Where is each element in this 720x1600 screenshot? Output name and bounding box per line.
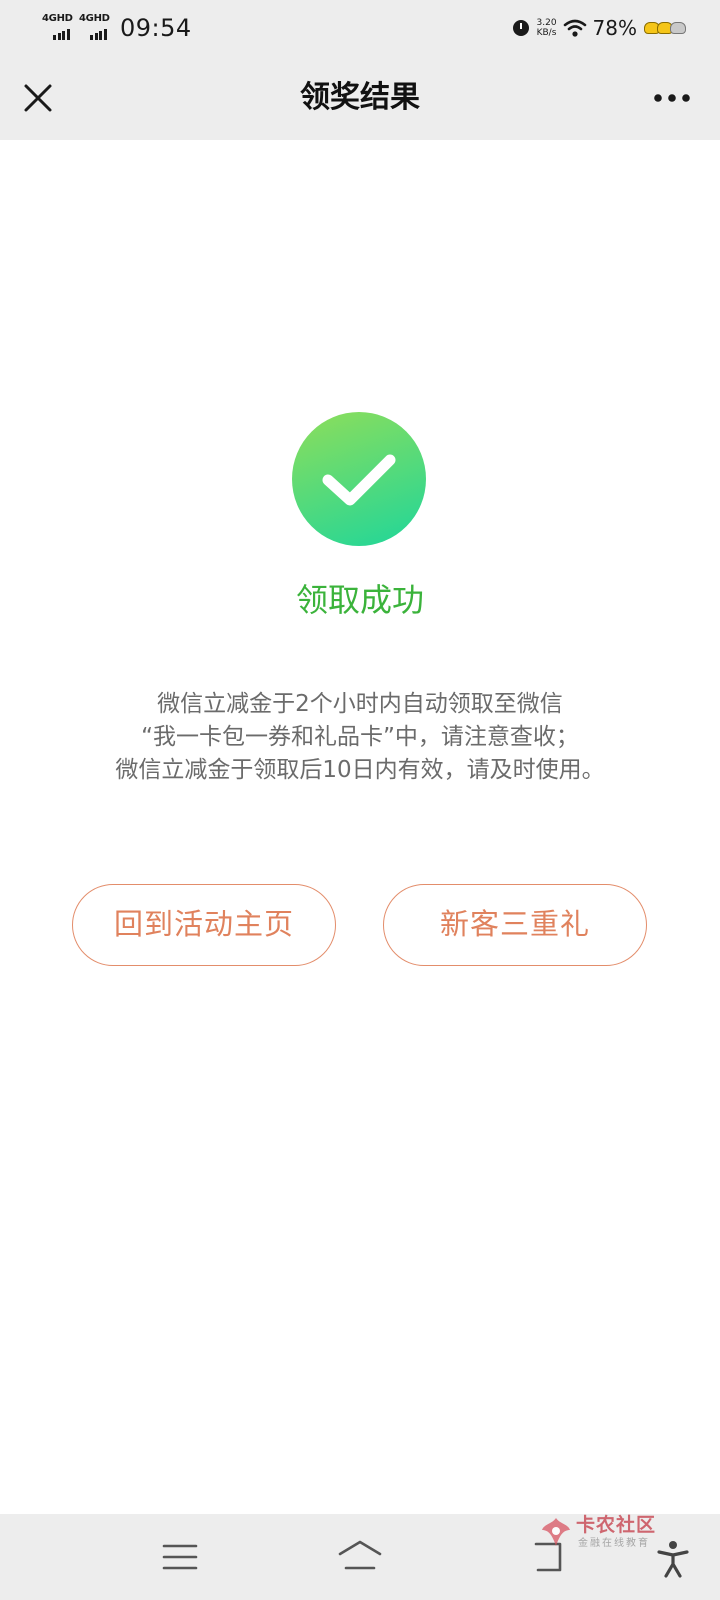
battery-level: 78% [592, 16, 637, 40]
more-button[interactable] [650, 78, 694, 118]
watermark-name: 卡农社区 [576, 1514, 657, 1536]
menu-button[interactable] [162, 1542, 198, 1576]
home-button[interactable] [336, 1538, 384, 1578]
notice-line: 微信立减金于2个小时内自动领取至微信 [157, 691, 563, 717]
signal-1-icon: 4GHD [42, 14, 74, 42]
menu-icon [162, 1544, 198, 1570]
status-left: 4GHD 4GHD 09:54 [42, 12, 192, 44]
network-type-1: 4GHD [42, 13, 73, 24]
home-icon [338, 1540, 382, 1570]
notice-line: “我一卡包一券和礼品卡”中，请注意查收； [141, 724, 579, 750]
new-customer-gift-button[interactable]: 新客三重礼 [383, 884, 647, 966]
notice-line: 微信立减金于领取后10日内有效，请及时使用。 [115, 757, 605, 783]
header-bar: 领奖结果 [0, 56, 720, 140]
more-icon [654, 94, 690, 102]
back-to-activity-home-button[interactable]: 回到活动主页 [72, 884, 336, 966]
page-title: 领奖结果 [300, 80, 420, 115]
network-type-2: 4GHD [79, 13, 110, 24]
check-circle-icon [292, 412, 426, 546]
duck-icon [670, 22, 686, 34]
status-bar: 4GHD 4GHD 09:54 3.20 KB/s 78% [0, 0, 720, 56]
success-title: 领取成功 [295, 581, 424, 619]
alarm-icon [512, 20, 529, 36]
notification-icons [644, 22, 686, 34]
network-speed-value: 3.20 [536, 18, 557, 28]
watermark-logo-icon [542, 1518, 570, 1546]
status-right: 3.20 KB/s 78% [512, 12, 686, 44]
watermark: 卡农社区 金融在线教育 [540, 1512, 680, 1562]
notice-text: 微信立减金于2个小时内自动领取至微信 “我一卡包一券和礼品卡”中，请注意查收； … [40, 688, 680, 787]
wifi-icon [563, 19, 586, 37]
network-speed: 3.20 KB/s [537, 18, 557, 38]
signal-2-icon: 4GHD [79, 14, 111, 42]
watermark-subtitle: 金融在线教育 [578, 1538, 650, 1549]
network-speed-unit: KB/s [536, 28, 557, 38]
status-time: 09:54 [120, 14, 192, 42]
